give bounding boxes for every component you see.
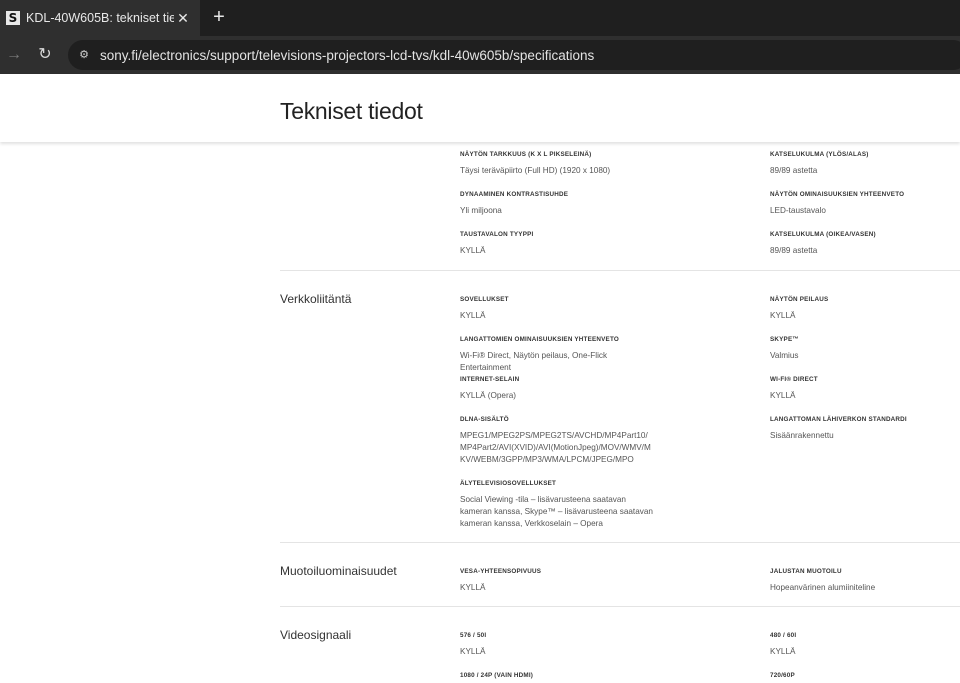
page-header: Tekniset tiedot <box>0 74 960 142</box>
tab-title: KDL-40W605B: tekniset tiedot | <box>26 11 174 25</box>
spec-value: Sisäänrakennettu <box>770 431 834 440</box>
spec-name: DLNA-SISÄLTÖ <box>460 416 509 423</box>
spec-item: SKYPE™ Valmius <box>770 335 960 362</box>
spec-value: Wi-Fi® Direct, Näytön peilaus, One-Flick… <box>460 351 608 372</box>
spec-item: VESA-YHTEENSOPIVUUS KYLLÄ <box>460 567 660 594</box>
spec-name: LANGATTOMIEN OMINAISUUKSIEN YHTEENVETO <box>460 336 619 343</box>
spec-value: KYLLÄ <box>770 391 796 400</box>
spec-value: KYLLÄ <box>460 583 486 592</box>
spec-name: SKYPE™ <box>770 336 799 343</box>
page-title: Tekniset tiedot <box>280 98 423 124</box>
spec-name: 576 / 50I <box>460 632 487 639</box>
spec-item: 576 / 50I KYLLÄ <box>460 631 660 658</box>
spec-value: KYLLÄ <box>460 246 486 255</box>
spec-name: 720/60P <box>770 672 795 679</box>
spec-item: LANGATTOMAN LÄHIVERKON STANDARDI Sisäänr… <box>770 415 960 442</box>
spec-name: INTERNET-SELAIN <box>460 376 520 383</box>
spec-name: DYNAAMINEN KONTRASTISUHDE <box>460 191 569 198</box>
section-title-network: Verkkoliitäntä <box>280 292 352 306</box>
spec-value: KYLLÄ <box>460 311 486 320</box>
spec-item: INTERNET-SELAIN KYLLÄ (Opera) <box>460 375 660 402</box>
spec-value: KYLLÄ <box>770 647 796 656</box>
spec-name: SOVELLUKSET <box>460 296 509 303</box>
section-divider <box>280 542 960 543</box>
spec-value: MPEG1/MPEG2PS/MPEG2TS/AVCHD/MP4Part10/MP… <box>460 431 651 464</box>
spec-name: VESA-YHTEENSOPIVUUS <box>460 568 542 575</box>
spec-item: 720/60P <box>770 671 960 683</box>
spec-value: Social Viewing -tila – lisävarusteena sa… <box>460 495 653 528</box>
spec-item: ÄLYTELEVISIOSOVELLUKSET Social Viewing -… <box>460 479 656 530</box>
spec-item: NÄYTÖN TARKKUUS (K X L PIKSELEINÄ) Täysi… <box>460 150 660 177</box>
spec-value: 89/89 astetta <box>770 166 818 175</box>
spec-item: NÄYTÖN PEILAUS KYLLÄ <box>770 295 960 322</box>
close-tab-icon[interactable]: ✕ <box>174 10 192 27</box>
spec-item: KATSELUKULMA (OIKEA/VASEN) 89/89 astetta <box>770 230 960 257</box>
browser-toolbar: → ↻ ⚙ sony.fi/electronics/support/televi… <box>0 36 960 74</box>
spec-name: NÄYTÖN PEILAUS <box>770 296 829 303</box>
spec-value: Hopeanvärinen alumiiniteline <box>770 583 876 592</box>
spec-item: SOVELLUKSET KYLLÄ <box>460 295 660 322</box>
spec-name: WI-FI® DIRECT <box>770 376 818 383</box>
spec-value: Täysi teräväpiirto (Full HD) (1920 x 108… <box>460 166 611 175</box>
address-bar[interactable]: ⚙ sony.fi/electronics/support/television… <box>68 40 960 70</box>
spec-name: JALUSTAN MUOTOILU <box>770 568 842 575</box>
spec-value: KYLLÄ (Opera) <box>460 391 516 400</box>
new-tab-button[interactable]: + <box>207 6 231 30</box>
spec-value: Yli miljoona <box>460 206 502 215</box>
spec-item: 1080 / 24P (VAIN HDMI) <box>460 671 660 683</box>
spec-name: ÄLYTELEVISIOSOVELLUKSET <box>460 480 557 487</box>
spec-name: NÄYTÖN TARKKUUS (K X L PIKSELEINÄ) <box>460 151 592 158</box>
spec-name: 1080 / 24P (VAIN HDMI) <box>460 672 534 679</box>
section-title-video: Videosignaali <box>280 628 352 642</box>
spec-item: DLNA-SISÄLTÖ MPEG1/MPEG2PS/MPEG2TS/AVCHD… <box>460 415 652 466</box>
site-info-icon[interactable]: ⚙ <box>76 47 92 63</box>
specifications-content: NÄYTÖN TARKKUUS (K X L PIKSELEINÄ) Täysi… <box>0 142 960 683</box>
reload-icon[interactable]: ↻ <box>32 42 58 68</box>
spec-value: KYLLÄ <box>460 647 486 656</box>
spec-item: JALUSTAN MUOTOILU Hopeanvärinen alumiini… <box>770 567 960 594</box>
spec-item: 480 / 60I KYLLÄ <box>770 631 960 658</box>
url-text[interactable]: sony.fi/electronics/support/televisions-… <box>100 48 594 63</box>
forward-arrow-icon[interactable]: → <box>1 42 27 68</box>
section-divider <box>280 270 960 271</box>
spec-name: LANGATTOMAN LÄHIVERKON STANDARDI <box>770 416 907 423</box>
spec-item: DYNAAMINEN KONTRASTISUHDE Yli miljoona <box>460 190 660 217</box>
spec-value: Valmius <box>770 351 799 360</box>
spec-item: WI-FI® DIRECT KYLLÄ <box>770 375 960 402</box>
spec-value: 89/89 astetta <box>770 246 818 255</box>
spec-item: KATSELUKULMA (YLÖS/ALAS) 89/89 astetta <box>770 150 960 177</box>
spec-name: KATSELUKULMA (YLÖS/ALAS) <box>770 151 869 158</box>
sony-favicon-icon: S <box>6 11 20 25</box>
spec-name: 480 / 60I <box>770 632 797 639</box>
section-title-design: Muotoiluominaisuudet <box>280 564 397 578</box>
spec-name: KATSELUKULMA (OIKEA/VASEN) <box>770 231 876 238</box>
spec-name: TAUSTAVALON TYYPPI <box>460 231 534 238</box>
spec-item: NÄYTÖN OMINAISUUKSIEN YHTEENVETO LED-tau… <box>770 190 960 217</box>
spec-value: KYLLÄ <box>770 311 796 320</box>
spec-name: NÄYTÖN OMINAISUUKSIEN YHTEENVETO <box>770 191 905 198</box>
section-divider <box>280 606 960 607</box>
browser-tab[interactable]: S KDL-40W605B: tekniset tiedot | ✕ <box>0 0 200 36</box>
browser-tab-strip: S KDL-40W605B: tekniset tiedot | ✕ + <box>0 0 960 36</box>
spec-value: LED-taustavalo <box>770 206 826 215</box>
spec-item: LANGATTOMIEN OMINAISUUKSIEN YHTEENVETO W… <box>460 335 660 374</box>
spec-item: TAUSTAVALON TYYPPI KYLLÄ <box>460 230 660 257</box>
